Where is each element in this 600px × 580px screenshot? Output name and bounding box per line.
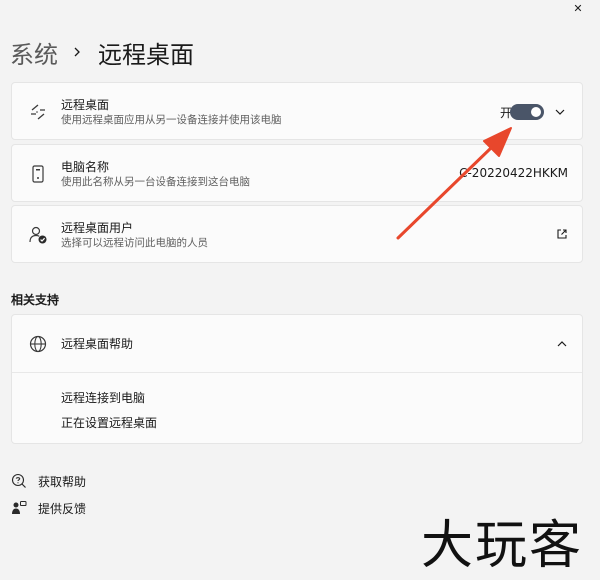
page-title: 远程桌面 bbox=[98, 40, 194, 69]
feedback-link[interactable]: 提供反馈 bbox=[10, 499, 86, 517]
divider bbox=[12, 372, 582, 373]
remote-desktop-card[interactable]: 远程桌面 使用远程桌面应用从另一设备连接并使用该电脑 开 bbox=[11, 82, 583, 140]
pc-name-subtitle: 使用此名称从另一台设备连接到这台电脑 bbox=[61, 176, 250, 188]
remote-desktop-icon bbox=[28, 102, 48, 122]
close-icon: ✕ bbox=[573, 1, 583, 15]
help-link-setup[interactable]: 正在设置远程桌面 bbox=[61, 414, 157, 431]
remote-users-title: 远程桌面用户 bbox=[61, 221, 134, 235]
pc-name-value: C-20220422HKKM bbox=[459, 166, 568, 180]
globe-icon bbox=[28, 334, 48, 354]
help-chat-icon bbox=[10, 472, 28, 490]
remote-users-subtitle: 选择可以远程访问此电脑的人员 bbox=[61, 237, 208, 249]
pc-name-icon bbox=[28, 164, 48, 184]
remote-help-header[interactable]: 远程桌面帮助 bbox=[12, 315, 582, 372]
related-support-heading: 相关支持 bbox=[11, 293, 60, 307]
feedback-icon bbox=[10, 499, 28, 517]
watermark-logo: 大玩客 bbox=[420, 515, 583, 576]
close-button[interactable]: ✕ bbox=[556, 0, 600, 16]
breadcrumb-parent[interactable]: 系统 bbox=[10, 35, 58, 70]
remote-help-title: 远程桌面帮助 bbox=[61, 337, 134, 351]
pc-name-title: 电脑名称 bbox=[61, 160, 110, 174]
chevron-right-icon bbox=[74, 47, 80, 57]
remote-users-icon bbox=[28, 225, 48, 245]
remote-desktop-title: 远程桌面 bbox=[61, 98, 110, 112]
external-link-icon[interactable] bbox=[556, 228, 568, 240]
feedback-label: 提供反馈 bbox=[38, 501, 87, 516]
remote-help-card: 远程桌面帮助 远程连接到电脑 正在设置远程桌面 bbox=[11, 314, 583, 444]
remote-desktop-subtitle: 使用远程桌面应用从另一设备连接并使用该电脑 bbox=[61, 114, 282, 126]
get-help-link[interactable]: 获取帮助 bbox=[10, 472, 86, 490]
chevron-down-icon[interactable] bbox=[554, 106, 566, 118]
remote-desktop-toggle[interactable] bbox=[510, 104, 544, 120]
toggle-knob bbox=[531, 107, 541, 117]
title-bar: ✕ bbox=[0, 0, 600, 20]
pc-name-card: 电脑名称 使用此名称从另一台设备连接到这台电脑 C-20220422HKKM bbox=[11, 144, 583, 202]
remote-users-card[interactable]: 远程桌面用户 选择可以远程访问此电脑的人员 bbox=[11, 205, 583, 263]
breadcrumb: 系统 远程桌面 bbox=[10, 34, 194, 70]
chevron-up-icon[interactable] bbox=[556, 338, 568, 350]
help-link-connect[interactable]: 远程连接到电脑 bbox=[61, 389, 145, 406]
get-help-label: 获取帮助 bbox=[38, 474, 87, 489]
